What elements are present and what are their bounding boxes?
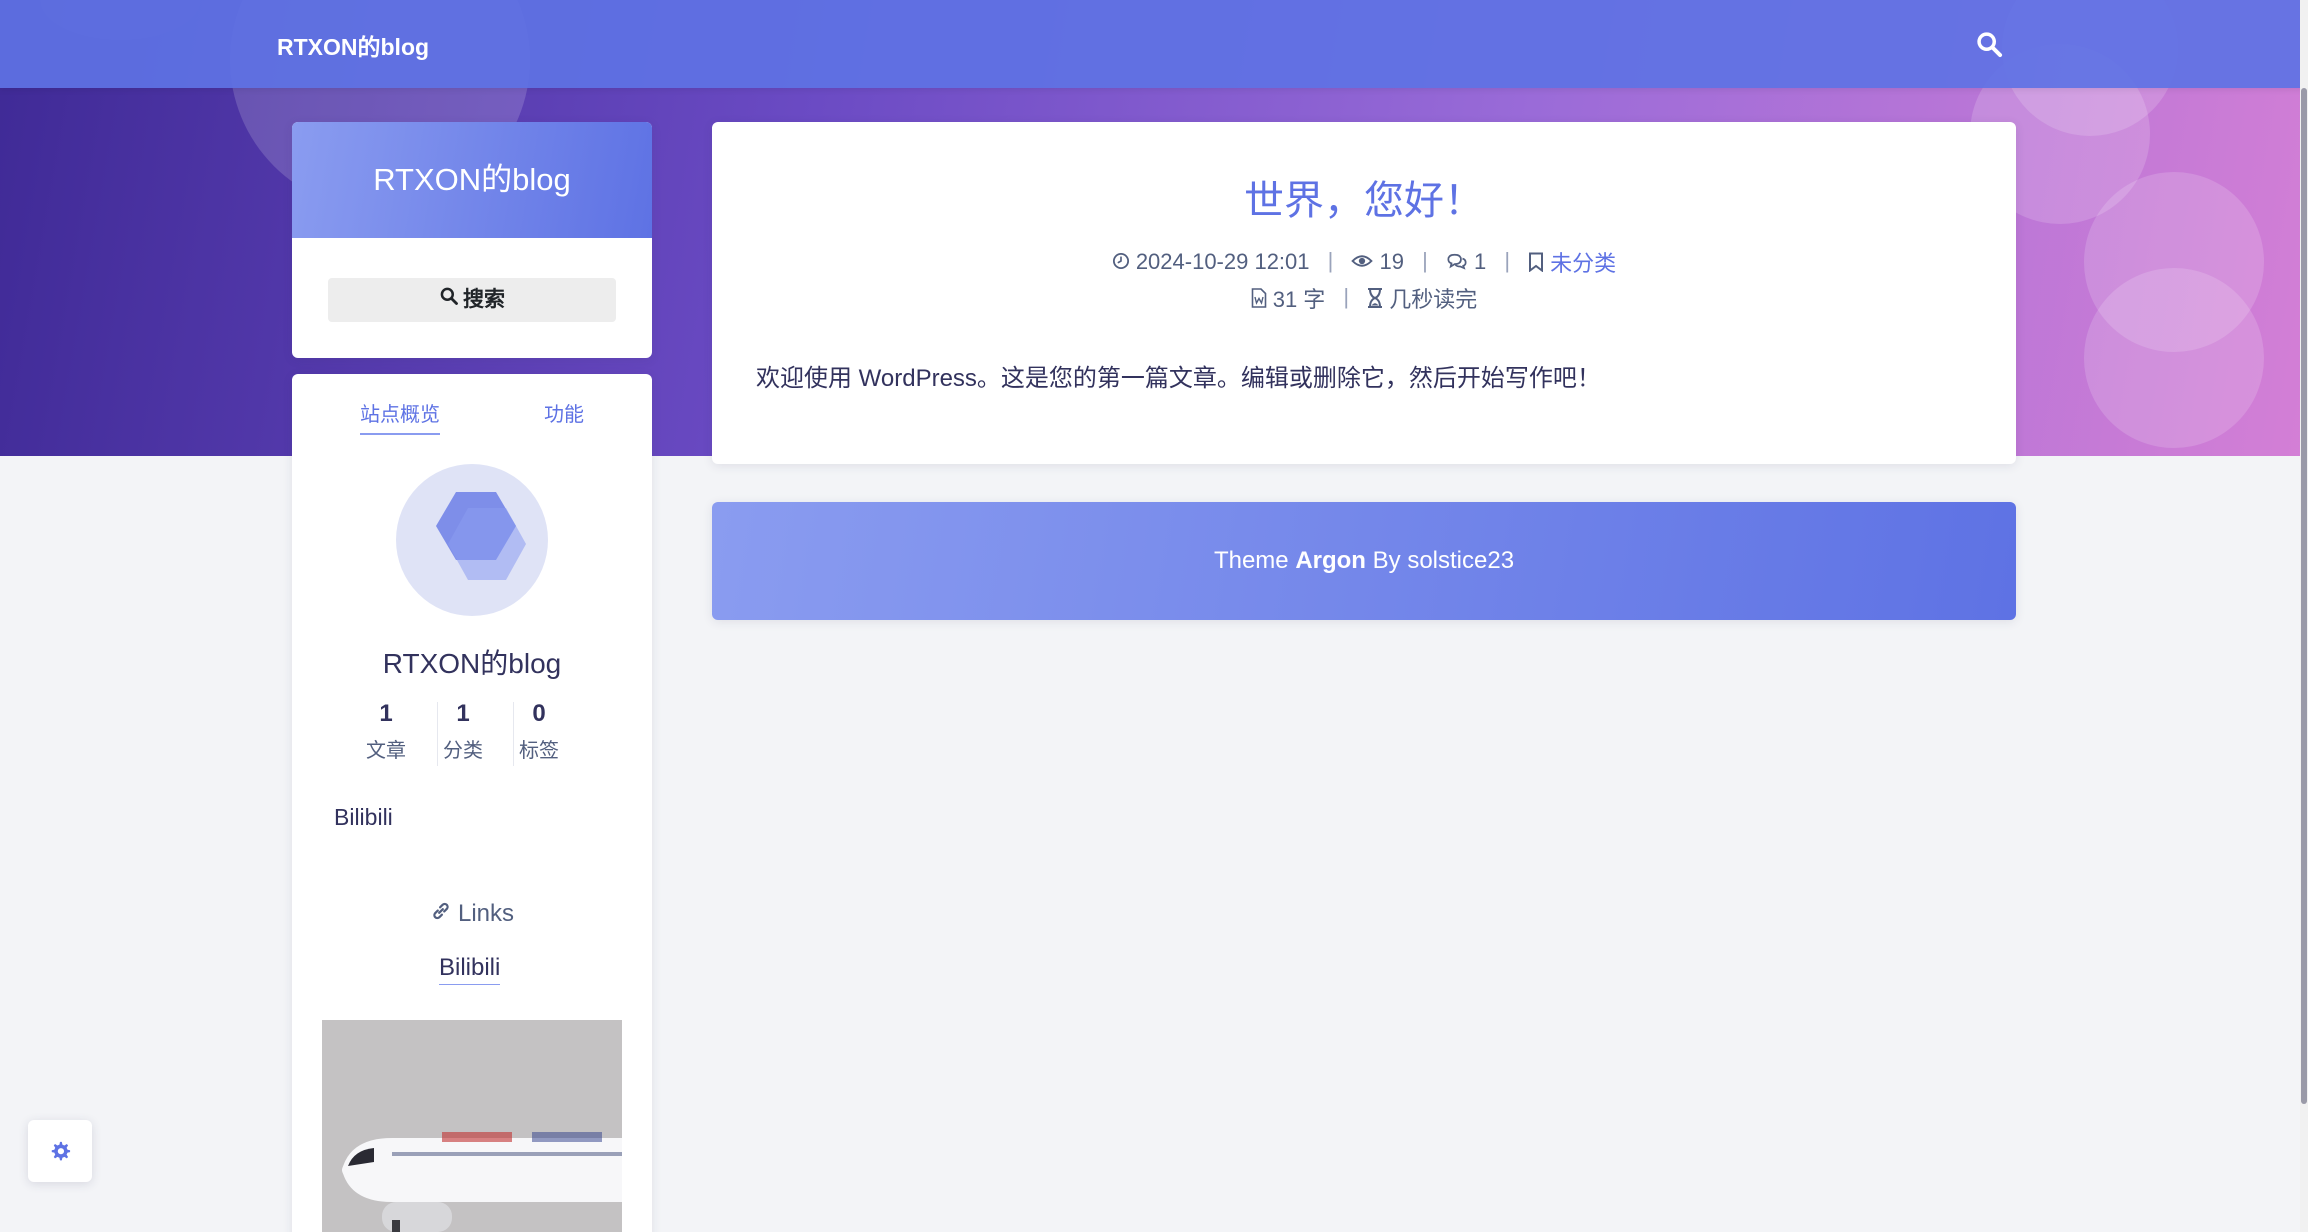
- avatar: [396, 464, 548, 616]
- comments-icon: [1446, 250, 1468, 276]
- post-meta-secondary: 31 字 | 几秒读完: [712, 282, 2016, 314]
- meta-separator: |: [1343, 283, 1350, 309]
- site-title: RTXON的blog: [292, 122, 652, 238]
- post-date: 2024-10-29 12:01: [1112, 249, 1310, 276]
- stat-value: 1: [379, 700, 393, 727]
- stat-tags[interactable]: 0 标签: [501, 700, 577, 763]
- post-date-text: 2024-10-29 12:01: [1135, 248, 1310, 274]
- meta-separator: |: [1327, 247, 1334, 273]
- footer-prefix: Theme: [1213, 547, 1296, 574]
- post-excerpt: 欢迎使用 WordPress。这是您的第一篇文章。编辑或删除它，然后开始写作吧！: [756, 365, 1601, 392]
- site-card: RTXON的blog 搜索: [292, 122, 652, 358]
- links-heading: Links: [292, 900, 652, 929]
- link-icon: [430, 900, 452, 929]
- footer-card: Theme Argon By solstice23: [712, 502, 2016, 620]
- post-meta: 2024-10-29 12:01 | 19 | 1 | 未分类: [712, 246, 2016, 278]
- tab-overview[interactable]: 站点概览: [360, 398, 440, 435]
- post-read-time-text: 几秒读完: [1389, 287, 1478, 312]
- sidebar-photo: [322, 1020, 622, 1232]
- tab-functions[interactable]: 功能: [544, 398, 584, 427]
- clock-icon: [1112, 250, 1130, 276]
- navbar-brand[interactable]: RTXON的blog: [277, 28, 429, 62]
- stat-value: 0: [532, 700, 546, 727]
- top-navbar: RTXON的blog: [0, 0, 2308, 88]
- post-read-time: 几秒读完: [1367, 282, 1477, 314]
- footer-suffix: By solstice23: [1365, 547, 1515, 574]
- bilibili-text: Bilibili: [334, 804, 393, 830]
- post-word-count: 31 字: [1251, 282, 1326, 314]
- profile-card: 站点概览 功能 RTXON的blog 1 文章 1 分类 0 标签 Bilibi…: [292, 374, 652, 1232]
- post-views: 19: [1351, 248, 1404, 276]
- post-title[interactable]: 世界，您好！: [712, 168, 2016, 226]
- search-icon[interactable]: [1975, 30, 2003, 58]
- profile-name: RTXON的blog: [382, 648, 562, 679]
- link-bilibili[interactable]: Bilibili: [439, 954, 501, 985]
- post-views-count: 19: [1379, 248, 1404, 274]
- search-icon: [439, 278, 459, 322]
- file-word-icon: [1251, 288, 1267, 314]
- meta-separator: |: [1504, 247, 1511, 273]
- stat-label: 分类: [443, 740, 483, 762]
- search-button-label: 搜索: [463, 288, 505, 311]
- scrollbar-thumb[interactable]: [2301, 88, 2307, 1104]
- settings-button[interactable]: [28, 1120, 92, 1182]
- hourglass-icon: [1367, 288, 1383, 314]
- sidebar-search-button[interactable]: 搜索: [328, 278, 616, 322]
- post-category-link[interactable]: 未分类: [1550, 251, 1616, 276]
- bookmark-icon: [1528, 252, 1544, 278]
- post-comments: 1: [1446, 249, 1486, 276]
- stat-categories[interactable]: 1 分类: [425, 700, 501, 763]
- post-comments-count: 1: [1473, 248, 1487, 274]
- eye-icon: [1351, 250, 1374, 276]
- post-card: 世界，您好！ 2024-10-29 12:01 | 19 | 1 | 未分类 3…: [712, 122, 2016, 464]
- post-word-count-text: 31 字: [1272, 287, 1326, 312]
- gear-icon: [51, 1141, 71, 1161]
- links-heading-label: Links: [457, 900, 515, 927]
- stat-label: 文章: [366, 740, 406, 762]
- footer-theme-link[interactable]: Argon: [1295, 547, 1366, 574]
- stat-value: 1: [456, 700, 470, 727]
- post-category[interactable]: 未分类: [1528, 246, 1616, 278]
- stat-label: 标签: [519, 740, 559, 762]
- meta-separator: |: [1422, 247, 1428, 273]
- stat-posts[interactable]: 1 文章: [348, 700, 424, 763]
